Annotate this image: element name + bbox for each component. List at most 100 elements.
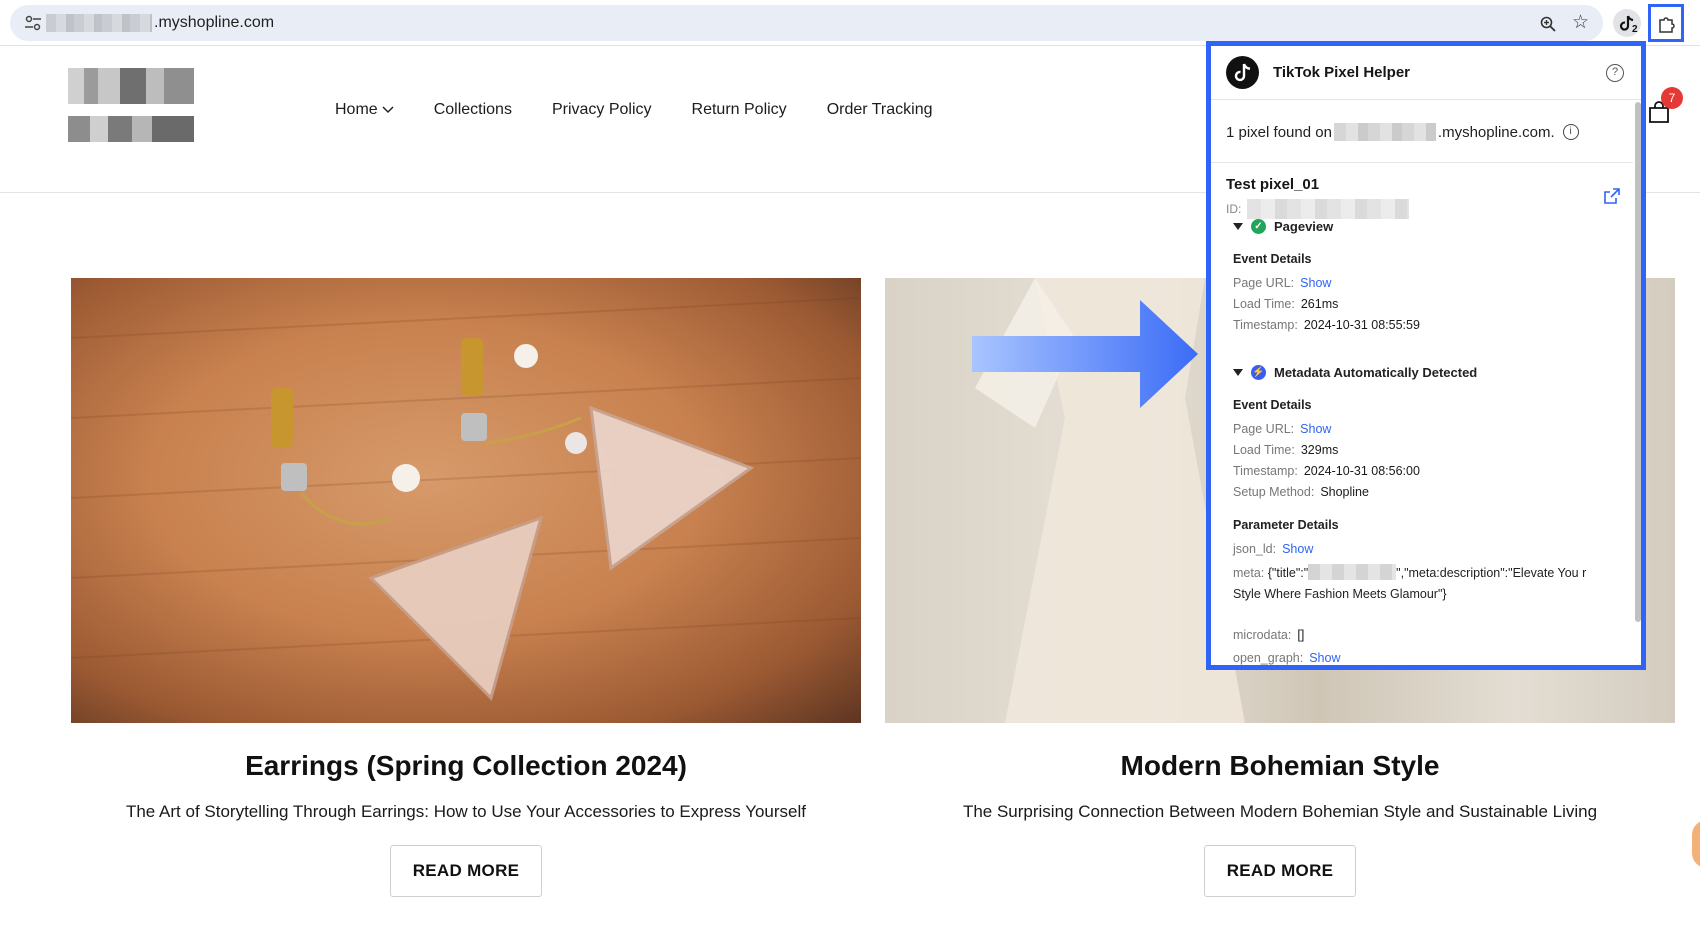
earrings-image[interactable] (71, 278, 861, 723)
setup-method-row: Setup Method: Shopline (1233, 485, 1369, 499)
extension-badge: 2 (1632, 24, 1638, 35)
tiktok-extension-icon[interactable]: 2 (1613, 9, 1641, 37)
setup-method-value: Shopline (1320, 485, 1369, 499)
nav-label: Home (335, 101, 378, 118)
zoom-icon[interactable] (1540, 16, 1556, 32)
highlight-arrow-icon (972, 300, 1198, 408)
popup-header: TikTok Pixel Helper ? (1211, 46, 1641, 100)
timestamp-value: 2024-10-31 08:56:00 (1303, 464, 1420, 478)
setup-method-label: Setup Method: (1233, 485, 1315, 499)
logo-pixelated-bottom (68, 116, 194, 142)
main-nav: Home Collections Privacy Policy Return P… (335, 101, 933, 119)
info-icon[interactable]: i (1562, 124, 1579, 140)
json-ld-row: json_ld: Show (1233, 542, 1313, 556)
url-text: .myshopline.com (154, 14, 275, 31)
load-time-value: 329ms (1300, 443, 1339, 457)
site-settings-icon[interactable] (24, 15, 42, 31)
page-url-row: Page URL: Show (1233, 276, 1331, 290)
collapse-caret-icon[interactable] (1233, 223, 1243, 230)
nav-item-privacy-policy[interactable]: Privacy Policy (552, 101, 652, 119)
show-page-url-link[interactable]: Show (1300, 422, 1331, 436)
event-pageview: ✓ Pageview Event Details Page URL: Show L… (1233, 219, 1613, 332)
chevron-down-icon (382, 106, 394, 114)
timestamp-label: Timestamp: (1233, 464, 1298, 478)
redacted-pixel-id (1247, 199, 1410, 219)
pixel-helper-popup: TikTok Pixel Helper ? 1 pixel found on .… (1206, 41, 1646, 670)
page-url-label: Page URL: (1233, 276, 1295, 290)
event-header[interactable]: ⚡ Metadata Automatically Detected (1233, 365, 1613, 380)
extensions-button[interactable] (1648, 4, 1684, 42)
nav-item-return-policy[interactable]: Return Policy (692, 101, 787, 119)
timestamp-row: Timestamp: 2024-10-31 08:55:59 (1233, 318, 1420, 332)
meta-value-prefix: {"title":" (1267, 566, 1309, 580)
nav-label: Privacy Policy (551, 101, 652, 118)
nav-item-order-tracking[interactable]: Order Tracking (827, 101, 933, 119)
bookmark-star-icon[interactable]: ☆ (1572, 13, 1589, 32)
help-icon[interactable]: ? (1606, 64, 1624, 82)
show-json-ld-link[interactable]: Show (1282, 542, 1313, 556)
card-subtitle: The Surprising Connection Between Modern… (962, 802, 1598, 821)
event-metadata: ⚡ Metadata Automatically Detected Event … (1233, 365, 1613, 665)
event-name: Metadata Automatically Detected (1274, 365, 1478, 380)
popup-scrollbar[interactable] (1635, 102, 1641, 622)
meta-row: meta: {"title":" ","meta:description":"El… (1233, 563, 1607, 605)
logo-pixelated-top (68, 68, 194, 104)
nav-label: Collections (433, 101, 512, 118)
nav-item-collections[interactable]: Collections (434, 101, 512, 119)
chat-bubble[interactable] (1692, 820, 1700, 868)
timestamp-label: Timestamp: (1233, 318, 1298, 332)
cart-count-badge: 7 (1661, 87, 1683, 109)
event-details-title: Event Details (1233, 398, 1312, 412)
read-more-button[interactable]: READ MORE (390, 845, 542, 897)
browser-toolbar: .myshopline.com ☆ 2 (0, 0, 1700, 46)
load-time-row: Load Time: 329ms (1233, 443, 1338, 457)
load-time-row: Load Time: 261ms (1233, 297, 1338, 311)
show-open-graph-link[interactable]: Show (1309, 651, 1340, 665)
pixel-name: Test pixel_01 (1226, 176, 1320, 193)
show-page-url-link[interactable]: Show (1300, 276, 1331, 290)
event-details-title: Event Details (1233, 252, 1312, 266)
store-logo[interactable] (68, 68, 200, 152)
pixel-id-label: ID: (1226, 202, 1242, 216)
redacted-domain (1333, 123, 1436, 141)
parameter-details-title: Parameter Details (1233, 518, 1339, 532)
pixel-id: ID: (1226, 199, 1410, 219)
load-time-label: Load Time: (1233, 297, 1295, 311)
blog-card-earrings: Earrings (Spring Collection 2024) The Ar… (71, 278, 861, 897)
page-url-label: Page URL: (1233, 422, 1295, 436)
collapse-caret-icon[interactable] (1233, 369, 1243, 376)
card-subtitle: The Art of Storytelling Through Earrings… (125, 802, 807, 821)
load-time-label: Load Time: (1233, 443, 1295, 457)
open-graph-row: open_graph: Show (1233, 651, 1340, 665)
pixel-found-summary: 1 pixel found on .myshopline.com. i (1226, 123, 1579, 141)
found-suffix: .myshopline.com. (1437, 123, 1555, 141)
load-time-value: 261ms (1300, 297, 1339, 311)
card-title[interactable]: Modern Bohemian Style (885, 749, 1675, 783)
redacted-title (1308, 564, 1397, 580)
nav-item-home[interactable]: Home (335, 101, 394, 119)
found-prefix: 1 pixel found on (1226, 123, 1332, 141)
nav-label: Return Policy (691, 101, 787, 118)
timestamp-row: Timestamp: 2024-10-31 08:56:00 (1233, 464, 1420, 478)
popup-title: TikTok Pixel Helper (1273, 64, 1410, 81)
card-title[interactable]: Earrings (Spring Collection 2024) (71, 749, 861, 783)
earrings-illustration (71, 297, 861, 701)
read-more-button[interactable]: READ MORE (1204, 845, 1356, 897)
event-header[interactable]: ✓ Pageview (1233, 219, 1613, 234)
divider (1211, 162, 1633, 163)
success-check-icon: ✓ (1251, 219, 1266, 234)
page-url-row: Page URL: Show (1233, 422, 1331, 436)
microdata-row: microdata: [] (1233, 628, 1304, 642)
event-name: Pageview (1274, 219, 1334, 234)
open-external-icon[interactable] (1604, 188, 1620, 204)
puzzle-icon (1659, 17, 1675, 33)
meta-label: meta: (1233, 566, 1265, 580)
address-bar[interactable]: .myshopline.com ☆ (10, 5, 1603, 41)
redacted-hostname (46, 14, 152, 32)
open-graph-label: open_graph: (1233, 651, 1304, 665)
microdata-label: microdata: (1233, 628, 1292, 642)
auto-detect-bolt-icon: ⚡ (1251, 365, 1266, 380)
timestamp-value: 2024-10-31 08:55:59 (1303, 318, 1420, 332)
nav-label: Order Tracking (826, 101, 933, 118)
microdata-value: [] (1297, 628, 1305, 642)
